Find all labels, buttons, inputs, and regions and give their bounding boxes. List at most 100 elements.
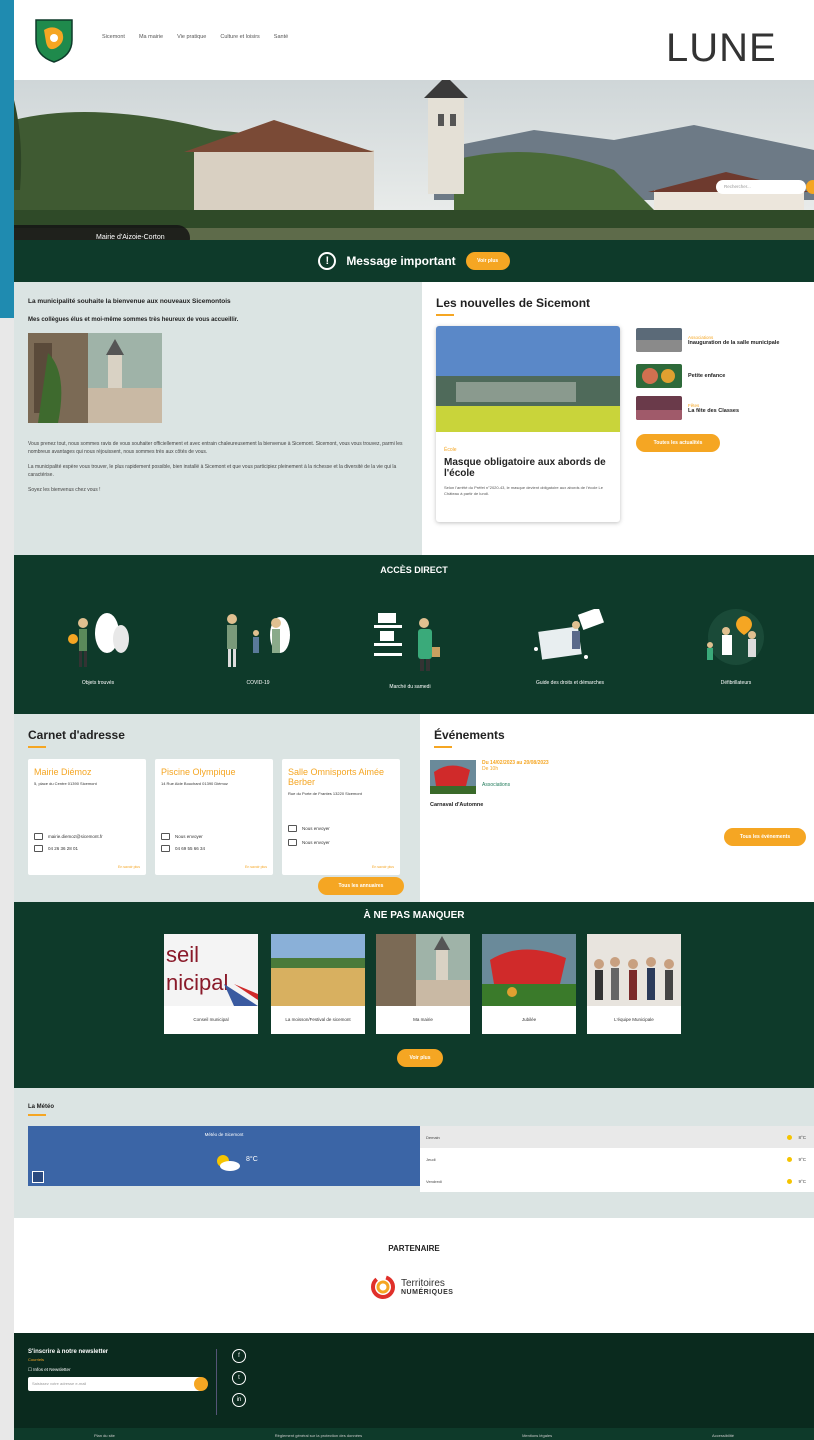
news-item-title[interactable]: Petite enfance bbox=[688, 373, 725, 379]
address-phone[interactable]: Nous envoyer bbox=[302, 840, 330, 845]
newsletter-submit-button[interactable] bbox=[194, 1377, 208, 1391]
footer-divider bbox=[216, 1349, 217, 1415]
highlight-card[interactable]: seil nicipal Conseil municipal bbox=[164, 934, 258, 1034]
news-item-thumbnail bbox=[636, 328, 682, 352]
event-item[interactable]: Du 14/02/2023 au 20/08/2023 De 10h Assoc… bbox=[430, 760, 549, 794]
important-message-bar: ! Message important Voir plus bbox=[14, 240, 814, 282]
nav-item-ma-mairie[interactable]: Ma mairie bbox=[139, 34, 163, 40]
nav-item-culture-loisirs[interactable]: Culture et loisirs bbox=[220, 34, 259, 40]
all-events-button[interactable]: Tous les évènements bbox=[724, 828, 806, 846]
news-list-item[interactable]: Petite enfance bbox=[636, 364, 725, 388]
address-text: 5, place du Centre 01390 Sicemont bbox=[34, 781, 97, 786]
a-ne-pas-manquer-section: À NE PAS MANQUER seil nicipal Conseil mu… bbox=[14, 902, 814, 1088]
forecast-row: Jeudi 9°C bbox=[420, 1148, 814, 1170]
territoires-numeriques-logo[interactable]: Territoires NUMÉRIQUES bbox=[370, 1274, 453, 1300]
highlight-label: L'équipe Municipale bbox=[614, 1017, 654, 1022]
twitter-icon[interactable]: t bbox=[232, 1371, 246, 1385]
footer-link-accessibility[interactable]: Accessibilité bbox=[712, 1433, 734, 1438]
welcome-paragraph-3: Soyez les bienvenus chez vous ! bbox=[28, 487, 101, 493]
footer-links-bar: Plan du site Règlement général sur la pr… bbox=[14, 1428, 814, 1440]
svg-text:nicipal: nicipal bbox=[166, 970, 228, 995]
svg-text:seil: seil bbox=[166, 942, 199, 967]
lune-heading: LUNE bbox=[666, 26, 777, 70]
address-more-link[interactable]: En savoir plus bbox=[245, 865, 267, 869]
news-list-item[interactable]: Fêtes La fête des Classes bbox=[636, 396, 739, 420]
newsletter-checkbox[interactable]: ☐ Infos et Newsletter bbox=[28, 1367, 71, 1373]
welcome-section: La municipalité souhaite la bienvenue au… bbox=[14, 282, 422, 555]
address-email[interactable]: mairie.diemoz@sicemont.fr bbox=[48, 834, 103, 839]
footer-link-sitemap[interactable]: Plan du site bbox=[94, 1433, 115, 1438]
footer-link-rgpd[interactable]: Règlement général sur la protection des … bbox=[275, 1433, 362, 1438]
highlight-card[interactable]: La moisson/Festival de sicemont bbox=[271, 934, 365, 1034]
news-item-title[interactable]: Inauguration de la salle municipale bbox=[688, 340, 779, 346]
phone-icon bbox=[34, 845, 43, 852]
acces-item-covid[interactable]: COVID-19 bbox=[198, 609, 318, 687]
search-button[interactable] bbox=[806, 180, 814, 194]
highlight-card[interactable]: Jubilée bbox=[482, 934, 576, 1034]
event-name[interactable]: Carnaval d'Automne bbox=[430, 802, 483, 808]
address-email[interactable]: Nous envoyer bbox=[302, 826, 330, 831]
meteo-section: La Météo Météo de Sicemont 8°C Demain 8°… bbox=[14, 1088, 814, 1218]
all-news-button[interactable]: Toutes les actualités bbox=[636, 434, 720, 452]
acces-item-defibrillateurs[interactable]: Défibrillateurs bbox=[676, 609, 796, 687]
manquer-more-button[interactable]: Voir plus bbox=[397, 1049, 443, 1067]
address-more-link[interactable]: En savoir plus bbox=[372, 865, 394, 869]
address-more-link[interactable]: En savoir plus bbox=[118, 865, 140, 869]
event-time: De 10h bbox=[482, 766, 499, 772]
newsletter-email-input[interactable]: Saisissez votre adresse e-mail bbox=[28, 1377, 202, 1391]
address-name: Salle Omnisports Aimée Berber bbox=[288, 767, 385, 787]
market-stall-icon bbox=[374, 613, 440, 671]
address-card[interactable]: Mairie Diémoz 5, place du Centre 01390 S… bbox=[28, 759, 146, 875]
address-name: Mairie Diémoz bbox=[34, 767, 92, 777]
forecast-row: Vendredi 9°C bbox=[420, 1170, 814, 1192]
acces-item-guide-droits[interactable]: Guide des droits et démarches bbox=[510, 609, 630, 687]
acces-item-marche[interactable]: Marché du samedi bbox=[350, 609, 470, 691]
linkedin-icon[interactable]: in bbox=[232, 1393, 246, 1407]
important-title: Message important bbox=[346, 254, 456, 268]
highlight-image: seil nicipal bbox=[164, 934, 258, 1006]
address-email[interactable]: Nous envoyer bbox=[175, 834, 203, 839]
welcome-paragraph-1: Vous prenez tout, nous sommes ravis de v… bbox=[28, 441, 403, 455]
event-tag: Associations bbox=[482, 782, 511, 788]
forecast-temp: 9°C bbox=[798, 1178, 806, 1184]
acces-item-objets-trouves[interactable]: Objets trouvés bbox=[38, 609, 158, 687]
news-item-title[interactable]: La fête des Classes bbox=[688, 408, 739, 414]
sun-icon bbox=[787, 1134, 792, 1140]
acces-item-label: Marché du samedi bbox=[389, 684, 431, 690]
events-section: Événements Du 14/02/2023 au 20/08/2023 D… bbox=[420, 714, 814, 902]
news-list-item[interactable]: Associations Inauguration de la salle mu… bbox=[636, 328, 779, 352]
facebook-icon[interactable]: f bbox=[232, 1349, 246, 1363]
title-underline bbox=[436, 314, 454, 316]
featured-news-card[interactable]: École Masque obligatoire aux abords de l… bbox=[436, 326, 620, 522]
address-card[interactable]: Salle Omnisports Aimée Berber Rue du Por… bbox=[282, 759, 400, 875]
title-underline bbox=[28, 746, 46, 748]
address-card[interactable]: Piscine Olympique 14 Rue Aide Bouchard 0… bbox=[155, 759, 273, 875]
welcome-subtitle: Mes collègues élus et moi-même sommes tr… bbox=[28, 317, 239, 323]
defibrillator-icon bbox=[707, 609, 764, 665]
acces-item-label: Défibrillateurs bbox=[720, 680, 752, 686]
meteo-provider-icon[interactable] bbox=[32, 1171, 44, 1183]
important-more-button[interactable]: Voir plus bbox=[465, 252, 510, 270]
all-addresses-button[interactable]: Tous les annuaires bbox=[318, 877, 404, 895]
highlight-label: Conseil municipal bbox=[193, 1017, 229, 1022]
newsletter-checkbox-label: Infos et Newsletter bbox=[33, 1367, 71, 1372]
carnet-title: Carnet d'adresse bbox=[28, 728, 125, 742]
nav-item-sante[interactable]: Santé bbox=[274, 34, 288, 40]
highlight-card[interactable]: Ma mairie bbox=[376, 934, 470, 1034]
address-phone[interactable]: 04 69 55 66 34 bbox=[175, 846, 205, 851]
nav-item-sicemont[interactable]: Sicemont bbox=[102, 34, 125, 40]
town-shield-logo-icon[interactable] bbox=[32, 16, 76, 64]
highlight-image bbox=[482, 934, 576, 1006]
manquer-title: À NE PAS MANQUER bbox=[363, 910, 465, 921]
newsletter-title: S'inscrire à notre newsletter bbox=[28, 1349, 109, 1355]
news-section: Les nouvelles de Sicemont École Masque o… bbox=[422, 282, 814, 555]
search-input[interactable]: Rechercher... bbox=[716, 180, 806, 194]
address-phone[interactable]: 04 26 36 28 01 bbox=[48, 846, 78, 851]
news-card-description: Selon l'arrêté du Préfet n°2020-43, le m… bbox=[444, 485, 604, 496]
highlight-card[interactable]: L'équipe Municipale bbox=[587, 934, 681, 1034]
news-card-title[interactable]: Masque obligatoire aux abords de l'école bbox=[444, 457, 612, 479]
covid-icon bbox=[227, 614, 290, 667]
nav-item-vie-pratique[interactable]: Vie pratique bbox=[177, 34, 206, 40]
frame-left-stripe bbox=[0, 0, 14, 318]
footer-link-legal[interactable]: Mentions légales bbox=[522, 1433, 552, 1438]
